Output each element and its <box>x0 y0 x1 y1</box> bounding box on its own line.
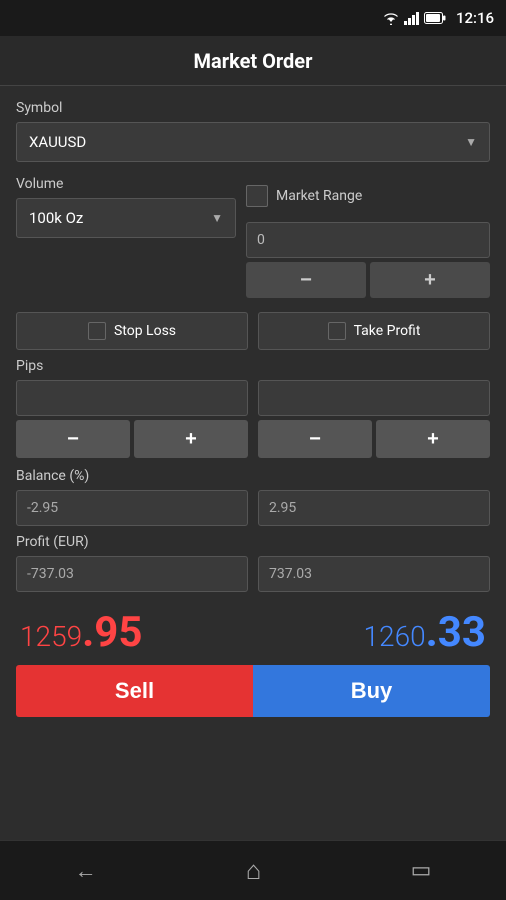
balance-label: Balance (%) <box>16 468 490 484</box>
stop-loss-checkbox[interactable] <box>88 322 106 340</box>
profit-right: 737.03 <box>258 556 490 592</box>
profit-label: Profit (EUR) <box>16 534 490 550</box>
pips-plus-left-button[interactable]: + <box>134 420 248 458</box>
main-content: Symbol XAUUSD ▼ Volume 100k Oz ▼ Market … <box>0 86 506 840</box>
buy-price-whole: 1260 <box>364 620 426 653</box>
volume-value: 100k Oz <box>29 209 83 227</box>
take-profit-label: Take Profit <box>354 323 421 339</box>
market-range-plus-button[interactable]: + <box>370 262 490 298</box>
symbol-dropdown-arrow: ▼ <box>465 135 477 149</box>
symbol-label: Symbol <box>16 100 490 116</box>
pips-plus-right-button[interactable]: + <box>376 420 490 458</box>
sell-price-whole: 1259 <box>20 620 82 653</box>
price-buy: 1260.33 <box>364 608 487 657</box>
pips-input-right[interactable] <box>258 380 490 416</box>
pips-section: Pips − + − + <box>16 358 490 458</box>
symbol-value: XAUUSD <box>29 133 86 151</box>
price-row: 1259.95 1260.33 <box>16 600 490 665</box>
market-range-value: 0 <box>257 232 265 248</box>
buy-button[interactable]: Buy <box>253 665 490 717</box>
profit-section: Profit (EUR) -737.03 737.03 <box>16 534 490 592</box>
profit-row: -737.03 737.03 <box>16 556 490 592</box>
pips-btn-group-left: − + <box>16 420 248 458</box>
balance-section: Balance (%) -2.95 2.95 <box>16 468 490 526</box>
pips-inputs-row <box>16 380 490 416</box>
pips-label: Pips <box>16 358 490 374</box>
balance-left: -2.95 <box>16 490 248 526</box>
bottom-nav: ← ⌂ ▭ <box>0 840 506 900</box>
stop-loss-label: Stop Loss <box>114 323 176 339</box>
battery-icon <box>424 12 446 24</box>
buy-price-decimal: .33 <box>426 608 486 657</box>
app-header: Market Order <box>0 36 506 86</box>
status-icons: 12:16 <box>382 9 494 27</box>
action-row: Sell Buy <box>16 665 490 717</box>
status-time: 12:16 <box>456 9 494 27</box>
volume-dropdown-arrow: ▼ <box>211 211 223 225</box>
volume-marketrange-row: Volume 100k Oz ▼ Market Range 0 − + <box>16 176 490 298</box>
status-bar: 12:16 <box>0 0 506 36</box>
sell-price-decimal: .95 <box>82 608 142 657</box>
pips-minus-left-button[interactable]: − <box>16 420 130 458</box>
pips-input-left[interactable] <box>16 380 248 416</box>
take-profit-checkbox[interactable] <box>328 322 346 340</box>
market-range-buttons: − + <box>246 262 490 298</box>
symbol-dropdown[interactable]: XAUUSD ▼ <box>16 122 490 162</box>
signal-icon <box>404 11 420 25</box>
balance-right: 2.95 <box>258 490 490 526</box>
wifi-icon <box>382 11 400 25</box>
market-range-label: Market Range <box>276 188 362 204</box>
price-sell: 1259.95 <box>20 608 143 657</box>
pips-btn-group-right: − + <box>258 420 490 458</box>
home-button[interactable]: ⌂ <box>246 855 262 886</box>
market-range-checkbox[interactable] <box>246 185 268 207</box>
pips-minus-right-button[interactable]: − <box>258 420 372 458</box>
stop-loss-button[interactable]: Stop Loss <box>16 312 248 350</box>
market-range-header: Market Range <box>246 176 490 216</box>
sl-tp-row: Stop Loss Take Profit <box>16 312 490 350</box>
market-range-minus-button[interactable]: − <box>246 262 366 298</box>
recent-button[interactable]: ▭ <box>411 858 432 883</box>
take-profit-button[interactable]: Take Profit <box>258 312 490 350</box>
symbol-section: Symbol XAUUSD ▼ <box>16 100 490 162</box>
balance-row: -2.95 2.95 <box>16 490 490 526</box>
sell-button[interactable]: Sell <box>16 665 253 717</box>
pips-buttons-row: − + − + <box>16 420 490 458</box>
volume-label: Volume <box>16 176 236 192</box>
market-range-section: Market Range 0 − + <box>246 176 490 298</box>
app-title: Market Order <box>194 49 313 73</box>
profit-left: -737.03 <box>16 556 248 592</box>
back-button[interactable]: ← <box>75 858 97 884</box>
volume-section: Volume 100k Oz ▼ <box>16 176 236 238</box>
market-range-input[interactable]: 0 <box>246 222 490 258</box>
volume-dropdown[interactable]: 100k Oz ▼ <box>16 198 236 238</box>
